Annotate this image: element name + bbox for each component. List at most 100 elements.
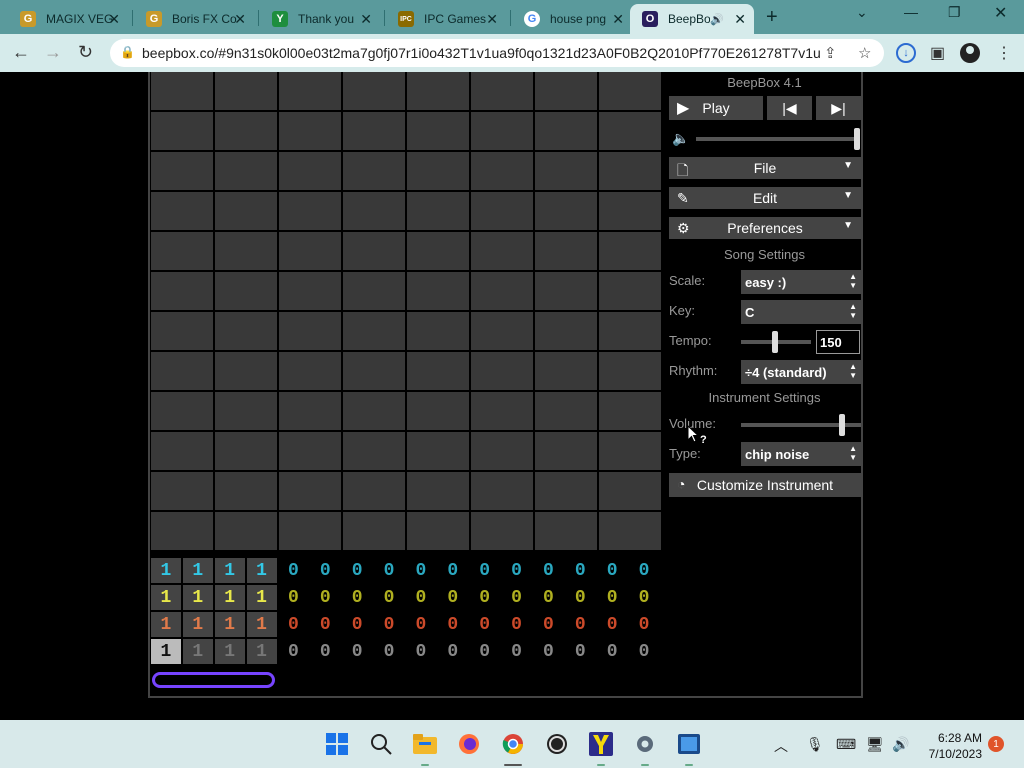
next-bar-button[interactable]: ▶|	[816, 96, 861, 120]
close-tab-icon[interactable]: ✕	[108, 11, 120, 28]
note-grid-cell[interactable]	[407, 192, 469, 230]
master-volume-track[interactable]	[696, 137, 858, 141]
forward-icon[interactable]: →	[44, 42, 62, 63]
lock-icon[interactable]: 🔒	[120, 45, 135, 59]
note-grid-cell[interactable]	[151, 512, 213, 550]
note-grid-cell[interactable]	[407, 352, 469, 390]
note-grid-cell[interactable]	[407, 232, 469, 270]
note-grid-cell[interactable]	[599, 272, 661, 310]
note-grid-cell[interactable]	[535, 72, 597, 110]
browser-tab[interactable]: Y Thank you ✕	[260, 4, 380, 34]
clipchamp-icon[interactable]	[676, 731, 702, 757]
note-grid-cell[interactable]	[215, 512, 277, 550]
pattern-cell[interactable]: 0	[438, 612, 468, 637]
note-grid-cell[interactable]	[279, 392, 341, 430]
note-grid-cell[interactable]	[343, 392, 405, 430]
pattern-cell[interactable]: 0	[502, 639, 532, 664]
note-grid-cell[interactable]	[343, 112, 405, 150]
tray-overflow-icon[interactable]: ︿	[774, 736, 788, 756]
pattern-cell[interactable]: 0	[279, 585, 309, 610]
pattern-cell[interactable]: 1	[246, 612, 277, 637]
note-grid-cell[interactable]	[151, 352, 213, 390]
loop-selection-bar[interactable]	[152, 672, 275, 688]
note-grid-cell[interactable]	[407, 152, 469, 190]
pattern-cell[interactable]: 1	[151, 558, 181, 583]
note-grid-cell[interactable]	[599, 312, 661, 350]
note-grid-cell[interactable]	[535, 392, 597, 430]
note-grid-cell[interactable]	[599, 392, 661, 430]
note-grid-cell[interactable]	[279, 312, 341, 350]
pattern-cell[interactable]: 0	[374, 639, 404, 664]
note-grid-cell[interactable]	[151, 472, 213, 510]
pattern-cell[interactable]: 1	[214, 585, 245, 610]
share-icon[interactable]: ⇪	[824, 44, 837, 62]
note-grid-cell[interactable]	[407, 392, 469, 430]
pattern-cell[interactable]: 0	[502, 612, 532, 637]
reload-icon[interactable]: ↻	[78, 42, 93, 63]
note-grid-cell[interactable]	[151, 72, 213, 110]
pattern-cell[interactable]: 0	[342, 558, 372, 583]
note-grid-cell[interactable]	[471, 152, 533, 190]
note-grid-cell[interactable]	[215, 72, 277, 110]
pattern-cell[interactable]: 0	[310, 558, 340, 583]
pattern-cell[interactable]: 0	[597, 558, 627, 583]
firefox-icon[interactable]	[456, 731, 482, 757]
pattern-cell[interactable]: 1	[182, 585, 213, 610]
pattern-cell[interactable]: 0	[374, 558, 404, 583]
pattern-cell[interactable]: 0	[470, 639, 500, 664]
menu-edit[interactable]: ✎ Edit ▼	[669, 187, 861, 209]
note-grid-cell[interactable]	[215, 112, 277, 150]
note-grid-cell[interactable]	[279, 472, 341, 510]
note-grid-cell[interactable]	[535, 112, 597, 150]
note-grid-cell[interactable]	[215, 392, 277, 430]
note-grid-cell[interactable]	[279, 432, 341, 470]
minimize-button[interactable]: —	[904, 4, 918, 20]
note-grid-cell[interactable]	[279, 352, 341, 390]
pattern-cell[interactable]: 0	[438, 639, 468, 664]
note-grid-cell[interactable]	[343, 72, 405, 110]
pattern-cell[interactable]: 0	[470, 585, 500, 610]
pattern-cell[interactable]: 0	[279, 558, 309, 583]
note-grid-cell[interactable]	[151, 272, 213, 310]
pattern-cell[interactable]: 1	[246, 639, 277, 664]
note-grid-cell[interactable]	[599, 112, 661, 150]
pattern-cell[interactable]: 0	[279, 639, 309, 664]
pattern-cell[interactable]: 0	[310, 612, 340, 637]
menu-file[interactable]: 🗋 File ▼	[669, 157, 861, 179]
note-grid-cell[interactable]	[215, 472, 277, 510]
pattern-cell[interactable]: 0	[279, 612, 309, 637]
browser-tab[interactable]: Ghouse png ✕	[512, 4, 632, 34]
pattern-cell[interactable]: 1	[246, 585, 277, 610]
close-tab-icon[interactable]: ✕	[734, 11, 746, 28]
note-grid-cell[interactable]	[215, 432, 277, 470]
note-grid-cell[interactable]	[407, 72, 469, 110]
note-grid-cell[interactable]	[599, 152, 661, 190]
note-grid-cell[interactable]	[151, 232, 213, 270]
note-grid-cell[interactable]	[599, 232, 661, 270]
pattern-cell[interactable]: 0	[597, 639, 627, 664]
system-clock[interactable]: 6:28 AM 7/10/2023	[922, 730, 982, 762]
pattern-cell[interactable]: 0	[534, 558, 564, 583]
pattern-cell[interactable]: 0	[629, 558, 659, 583]
url-text[interactable]: beepbox.co/#9n31s0k0l00e03t2ma7g0fj07r1i…	[142, 45, 822, 61]
close-tab-icon[interactable]: ✕	[360, 11, 372, 28]
search-icon[interactable]	[368, 731, 394, 757]
pattern-cell[interactable]: 1	[246, 558, 277, 583]
pattern-cell[interactable]: 0	[342, 585, 372, 610]
close-tab-icon[interactable]: ✕	[234, 11, 246, 28]
settings-gear-icon[interactable]	[632, 731, 658, 757]
audio-playing-icon[interactable]: 🔊	[710, 13, 724, 26]
pattern-cell[interactable]: 1	[182, 612, 213, 637]
note-grid-cell[interactable]	[151, 392, 213, 430]
note-grid-cell[interactable]	[279, 192, 341, 230]
note-grid-cell[interactable]	[471, 432, 533, 470]
pattern-cell[interactable]: 1	[214, 639, 245, 664]
pattern-cell[interactable]: 0	[406, 612, 436, 637]
profile-avatar[interactable]	[960, 43, 980, 63]
key-select[interactable]: C ▲ ▼	[741, 300, 861, 324]
pattern-cell[interactable]: 1	[214, 612, 245, 637]
tempo-input[interactable]: 150	[816, 330, 860, 354]
pattern-cell[interactable]: 1	[214, 558, 245, 583]
browser-tab[interactable]: IPC IPC Games ✕	[386, 4, 506, 34]
note-grid-cell[interactable]	[535, 352, 597, 390]
